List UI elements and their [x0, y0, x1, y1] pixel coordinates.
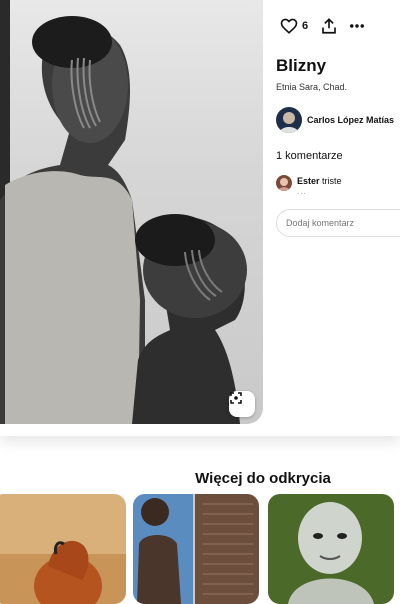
share-icon[interactable]	[320, 17, 338, 35]
author-avatar[interactable]	[276, 107, 302, 133]
more-to-explore-title: Więcej do odkrycia	[195, 470, 331, 487]
author-name[interactable]: Carlos López Matías	[307, 115, 394, 125]
tile-face-paint[interactable]	[268, 494, 394, 604]
commenter-name[interactable]: Ester	[297, 176, 320, 186]
pin-card: 6 Blizny Etnia Sara, Chad. Carlos López …	[0, 0, 400, 436]
pin-title: Blizny	[276, 56, 327, 75]
visual-search-button[interactable]	[229, 391, 255, 417]
tile-desert-sculpture[interactable]	[0, 494, 126, 604]
comment-menu[interactable]: ...	[297, 187, 307, 196]
pin-description: Etnia Sara, Chad.	[276, 82, 348, 92]
pin-image[interactable]	[0, 0, 263, 424]
comment-input[interactable]	[276, 209, 400, 237]
more-icon[interactable]	[348, 17, 366, 35]
visual-search-icon	[230, 392, 242, 404]
like-count: 6	[302, 20, 309, 32]
comments-count[interactable]: 1 komentarze	[276, 150, 343, 162]
comment-item: Ester triste ...	[276, 175, 342, 196]
tile-scarification-backs[interactable]	[133, 494, 259, 604]
commenter-avatar[interactable]	[276, 175, 292, 191]
author[interactable]: Carlos López Matías	[276, 107, 394, 133]
comment-text: triste	[322, 176, 342, 186]
heart-icon[interactable]	[280, 17, 298, 35]
pin-actions: 6	[280, 16, 366, 36]
